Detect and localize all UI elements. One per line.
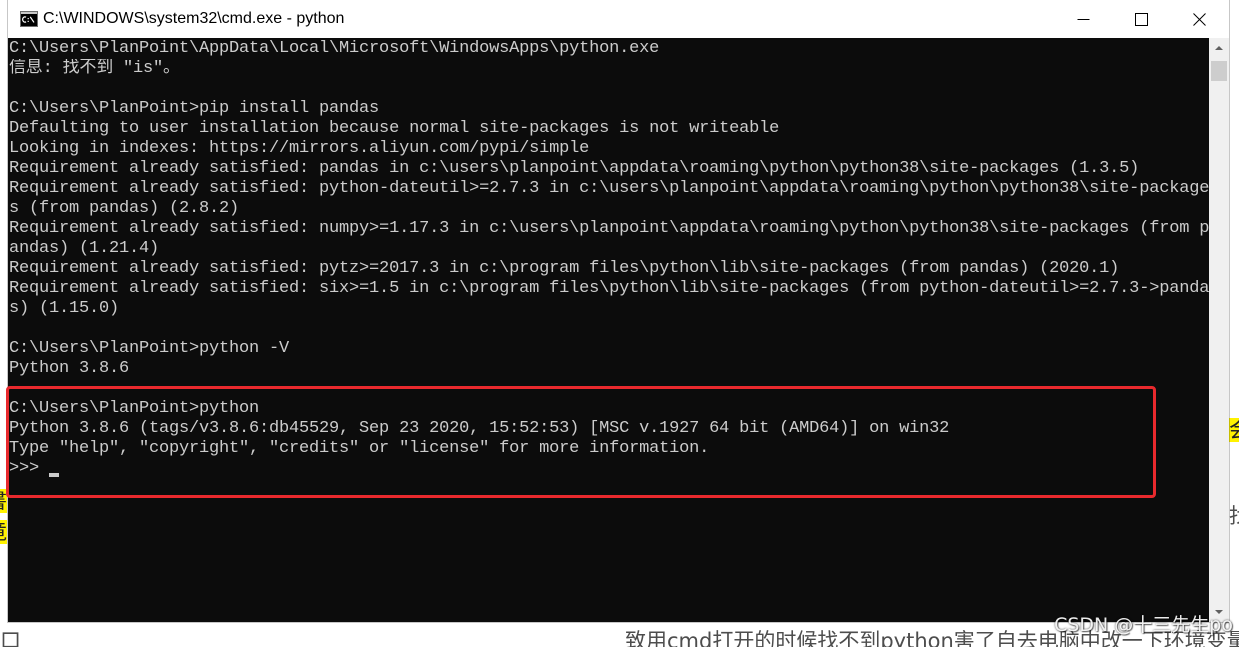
console-line: 信息: 找不到 "is"。 <box>9 59 180 78</box>
background-fragment-text: 会 <box>1229 418 1239 442</box>
red-highlight-box <box>6 386 1156 498</box>
background-fragment-text: 找 <box>1229 504 1239 528</box>
console-line: C:\Users\PlanPoint\AppData\Local\Microso… <box>9 39 660 58</box>
article-text-part: 致用cmd打开的时候找不到python害了自 <box>625 629 1017 647</box>
background-fragment: 找 <box>1229 504 1239 528</box>
maximize-icon <box>1135 13 1148 26</box>
console-line: s (from pandas) (2.8.2) <box>9 199 240 218</box>
background-fragment-text: 竟 <box>0 520 7 544</box>
background-fragment: 会 <box>1229 418 1239 442</box>
console-line: C:\Users\PlanPoint>pip install pandas <box>9 99 380 118</box>
console-line: Requirement already satisfied: python-da… <box>9 179 1209 198</box>
close-button[interactable] <box>1171 0 1229 38</box>
minimize-button[interactable] <box>1055 0 1113 38</box>
console-line: Requirement already satisfied: pandas in… <box>9 159 1140 178</box>
maximize-button[interactable] <box>1113 0 1171 38</box>
background-fragment: 口 <box>0 626 30 647</box>
background-fragment-text: 口 <box>0 629 21 647</box>
minimize-icon <box>1077 13 1090 26</box>
console-line: s) (1.15.0) <box>9 299 120 318</box>
console-line: Requirement already satisfied: numpy>=1.… <box>9 219 1209 238</box>
arrow-up-icon <box>1215 46 1223 50</box>
cmd-icon[interactable] <box>20 11 38 27</box>
vertical-scrollbar[interactable] <box>1209 38 1229 622</box>
console-line: Requirement already satisfied: pytz>=201… <box>9 259 1120 278</box>
title-bar[interactable]: C:\WINDOWS\system32\cmd.exe - python <box>8 0 1229 38</box>
watermark: CSDN @十三先生po <box>1054 614 1233 636</box>
console-area[interactable]: C:\Users\PlanPoint\AppData\Local\Microso… <box>8 38 1209 622</box>
console-line: C:\Users\PlanPoint>python -V <box>9 339 290 358</box>
window-title: C:\WINDOWS\system32\cmd.exe - python <box>43 10 345 27</box>
console-line: Python 3.8.6 <box>9 359 130 378</box>
console-line: Looking in indexes: https://mirrors.aliy… <box>9 139 590 158</box>
scrollbar-thumb[interactable] <box>1211 61 1227 81</box>
console-line: Requirement already satisfied: six>=1.5 … <box>9 279 1209 298</box>
console-line: Defaulting to user installation because … <box>9 119 780 138</box>
cmd-window: C:\WINDOWS\system32\cmd.exe - python C:\… <box>8 0 1229 622</box>
scroll-up-button[interactable] <box>1209 38 1229 59</box>
close-icon <box>1193 13 1206 26</box>
background-fragment: 竟 <box>0 520 8 544</box>
console-line: andas) (1.21.4) <box>9 239 160 258</box>
screen: 書 竟 会 找 口 致用cmd打开的时候找不到python害了自去电脑中改一下环… <box>0 0 1239 647</box>
